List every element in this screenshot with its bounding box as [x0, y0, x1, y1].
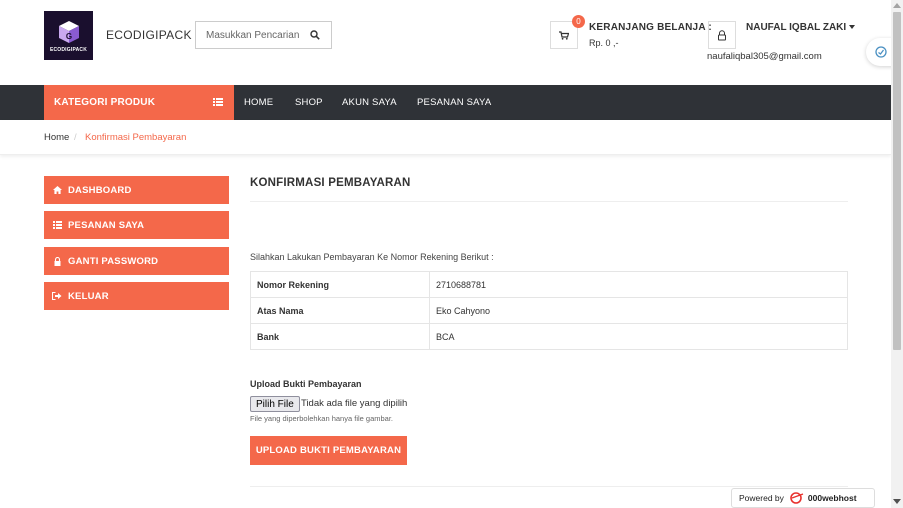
sidebar-item-label: GANTI PASSWORD [68, 255, 159, 267]
scroll-up-arrow-icon[interactable] [893, 3, 901, 8]
breadcrumb-separator: / [74, 132, 77, 143]
sidebar-item-dashboard[interactable]: DASHBOARD [44, 176, 229, 204]
nav-akun-saya[interactable]: AKUN SAYA [342, 85, 397, 120]
search-button[interactable] [300, 22, 330, 48]
account-label: Bank [250, 323, 430, 350]
webhost-logo-icon [790, 492, 804, 504]
sign-out-icon [52, 292, 62, 300]
divider [250, 486, 848, 487]
page-title: KONFIRMASI PEMBAYARAN [250, 177, 411, 189]
user-avatar-button[interactable] [708, 21, 736, 49]
cart-title[interactable]: KERANJANG BELANJA : [589, 22, 712, 33]
choose-file-button[interactable]: Pilih File [250, 396, 300, 412]
powered-by-prefix: Powered by [739, 493, 784, 503]
main-navbar: KATEGORI PRODUK HOME SHOP AKUN SAYA PESA… [0, 85, 891, 120]
file-help-text: File yang diperbolehkan hanya file gamba… [250, 414, 394, 423]
nav-shop[interactable]: SHOP [295, 85, 323, 120]
powered-by-brand: 000webhost [807, 493, 857, 503]
nav-pesanan-saya[interactable]: PESANAN SAYA [417, 85, 491, 120]
caret-down-icon [849, 25, 856, 30]
file-status: Tidak ada file yang dipilih [301, 398, 408, 409]
payment-instruction: Silahkan Lakukan Pembayaran Ke Nomor Rek… [250, 252, 494, 262]
nav-home[interactable]: HOME [244, 85, 273, 120]
cart-total: Rp. 0 ,- [589, 38, 619, 48]
search-input[interactable] [196, 29, 300, 41]
brand-name[interactable]: ECODIGIPACK [106, 28, 192, 42]
powered-by-badge[interactable]: Powered by 000webhost [731, 488, 875, 508]
site-header: G ECODIGIPACK ECODIGIPACK 0 KERANJANG BE… [0, 0, 891, 85]
upload-proof-button[interactable]: UPLOAD BUKTI PEMBAYARAN [250, 436, 407, 465]
user-lock-icon [718, 29, 726, 40]
lock-icon [52, 256, 62, 266]
scrollbar-thumb[interactable] [893, 12, 901, 350]
account-table: Nomor Rekening 2710688781 Atas Nama Eko … [250, 271, 848, 350]
site-logo[interactable]: G ECODIGIPACK [44, 11, 93, 60]
sidebar-item-keluar[interactable]: KELUAR [44, 282, 229, 310]
table-row: Nomor Rekening 2710688781 [250, 271, 848, 298]
category-menu-button[interactable]: KATEGORI PRODUK [44, 85, 234, 120]
table-row: Atas Nama Eko Cahyono [250, 297, 848, 324]
scroll-down-arrow-icon[interactable] [893, 499, 901, 504]
sidebar-item-pesanan-saya[interactable]: PESANAN SAYA [44, 211, 229, 239]
search-bar [195, 21, 332, 49]
list-icon [52, 221, 62, 229]
divider [250, 201, 848, 202]
user-email: naufaliqbal305@gmail.com [707, 51, 822, 62]
breadcrumb-home[interactable]: Home [44, 132, 69, 143]
account-label: Nomor Rekening [250, 271, 430, 298]
shopping-cart-icon [559, 30, 569, 40]
home-icon [52, 186, 62, 194]
breadcrumb-current: Konfirmasi Pembayaran [85, 132, 187, 143]
upload-label: Upload Bukti Pembayaran [250, 379, 362, 389]
account-value: 2710688781 [429, 271, 848, 298]
breadcrumb: Home / Konfirmasi Pembayaran [0, 120, 891, 155]
table-row: Bank BCA [250, 323, 848, 350]
sidebar-item-label: KELUAR [68, 290, 109, 302]
category-menu-label: KATEGORI PRODUK [54, 97, 156, 108]
logo-cube-icon: G [56, 19, 82, 45]
sidebar-item-label: PESANAN SAYA [68, 219, 145, 231]
svg-text:G: G [65, 32, 71, 41]
search-icon [310, 30, 320, 40]
user-name: NAUFAL IQBAL ZAKI [746, 22, 847, 33]
list-icon [213, 98, 223, 106]
sidebar-item-label: DASHBOARD [68, 184, 132, 196]
account-value: BCA [429, 323, 848, 350]
cart-count-badge: 0 [572, 15, 585, 28]
widget-icon [875, 46, 887, 58]
logo-text: ECODIGIPACK [49, 46, 88, 53]
sidebar-item-ganti-password[interactable]: GANTI PASSWORD [44, 247, 229, 275]
account-value: Eko Cahyono [429, 297, 848, 324]
account-label: Atas Nama [250, 297, 430, 324]
user-menu-toggle[interactable]: NAUFAL IQBAL ZAKI [746, 22, 856, 33]
